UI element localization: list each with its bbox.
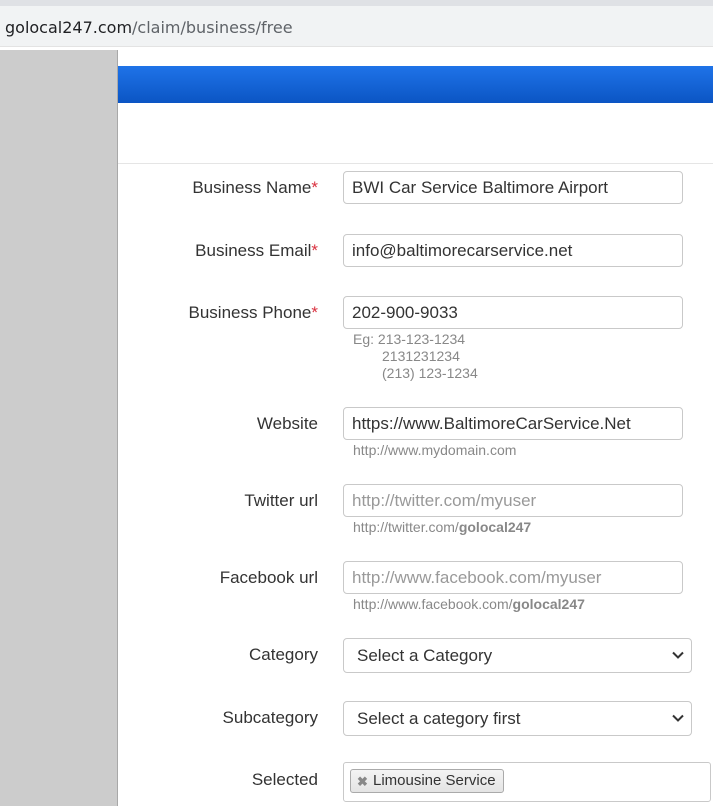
website-input[interactable]: [343, 407, 683, 440]
website-help: http://www.mydomain.com: [353, 442, 517, 458]
subcategory-label: Subcategory: [222, 708, 318, 727]
chevron-down-icon: [672, 714, 684, 722]
category-select[interactable]: Select a Category: [343, 638, 692, 673]
facebook-label: Facebook url: [219, 568, 318, 587]
chevron-down-icon: [672, 651, 684, 659]
subcategory-selected-value: Select a category first: [357, 709, 521, 728]
phone-help-line-2: 2131231234: [382, 348, 460, 364]
facebook-help: http://www.facebook.com/golocal247: [353, 596, 585, 612]
business-email-input[interactable]: [343, 234, 683, 267]
header-divider: [118, 163, 713, 164]
tag-label: Limousine Service: [373, 772, 496, 789]
selected-tags-box[interactable]: ✖ Limousine Service: [343, 762, 711, 802]
selected-label: Selected: [251, 770, 318, 789]
category-selected-value: Select a Category: [357, 646, 493, 665]
twitter-label: Twitter url: [244, 491, 318, 510]
required-marker: *: [311, 303, 318, 322]
header-banner: [118, 66, 713, 103]
phone-help-line-1: Eg: 213-123-1234: [353, 331, 466, 347]
business-phone-label: Business Phone*: [188, 303, 319, 322]
website-label: Website: [256, 414, 318, 433]
url-text[interactable]: golocal247.com/claim/business/free: [5, 18, 293, 37]
business-phone-input[interactable]: [343, 296, 683, 329]
url-path: /claim/business/free: [132, 18, 293, 37]
left-sidebar: [0, 50, 118, 806]
twitter-input[interactable]: [343, 484, 683, 517]
url-domain: golocal247.com: [5, 18, 133, 37]
category-label: Category: [249, 645, 318, 664]
subcategory-select[interactable]: Select a category first: [343, 701, 692, 736]
required-marker: *: [311, 178, 318, 197]
phone-help-line-3: (213) 123-1234: [382, 365, 478, 381]
twitter-help: http://twitter.com/golocal247: [353, 519, 532, 535]
selected-tag: ✖ Limousine Service: [350, 769, 504, 793]
business-name-label: Business Name*: [192, 178, 318, 197]
business-email-label: Business Email*: [195, 241, 318, 260]
business-name-input[interactable]: [343, 171, 683, 204]
remove-tag-icon[interactable]: ✖: [357, 774, 368, 790]
facebook-input[interactable]: [343, 561, 683, 594]
required-marker: *: [311, 241, 318, 260]
address-bar[interactable]: golocal247.com/claim/business/free: [0, 6, 713, 47]
